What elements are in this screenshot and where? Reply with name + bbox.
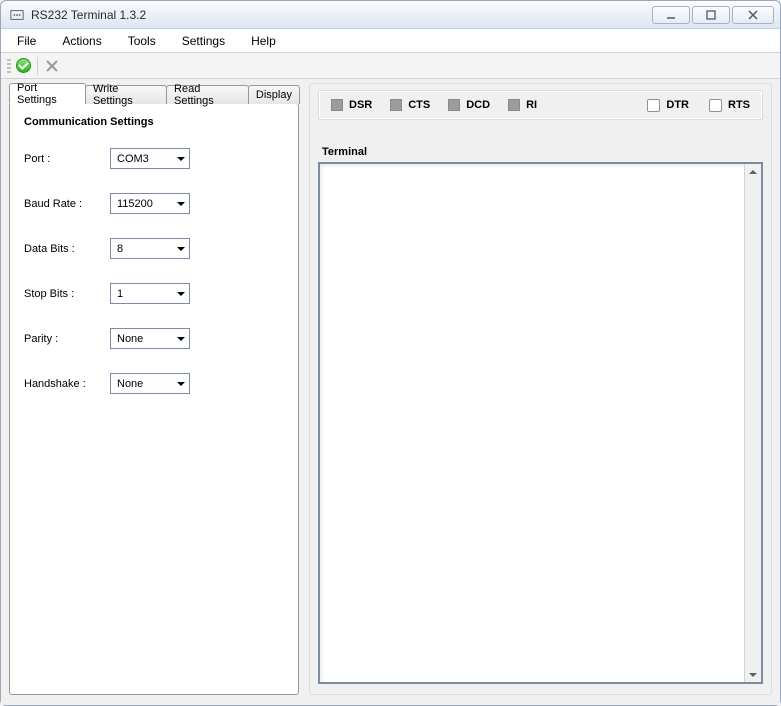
toolbar-separator xyxy=(37,57,38,75)
label-handshake: Handshake : xyxy=(24,378,110,390)
row-handshake: Handshake : None xyxy=(24,373,284,394)
dcd-indicator xyxy=(448,99,460,111)
app-icon xyxy=(9,7,25,23)
toolbar xyxy=(1,53,780,79)
chevron-down-icon xyxy=(177,157,185,161)
left-panel: Port Settings Write Settings Read Settin… xyxy=(9,83,299,695)
combo-parity[interactable]: None xyxy=(110,328,190,349)
led-dcd: DCD xyxy=(448,99,490,111)
label-port: Port : xyxy=(24,153,110,165)
row-databits: Data Bits : 8 xyxy=(24,238,284,259)
label-databits: Data Bits : xyxy=(24,243,110,255)
ri-label: RI xyxy=(526,99,537,111)
combo-databits[interactable]: 8 xyxy=(110,238,190,259)
right-panel: DSR CTS DCD RI DTR xyxy=(309,83,772,695)
tab-display[interactable]: Display xyxy=(248,85,300,104)
row-port: Port : COM3 xyxy=(24,148,284,169)
combo-stopbits-value: 1 xyxy=(117,288,123,300)
combo-stopbits[interactable]: 1 xyxy=(110,283,190,304)
combo-parity-value: None xyxy=(117,333,143,345)
menu-file[interactable]: File xyxy=(13,32,40,50)
combo-databits-value: 8 xyxy=(117,243,123,255)
terminal-output[interactable] xyxy=(318,162,763,684)
tab-port-settings[interactable]: Port Settings xyxy=(9,83,86,104)
checkbox-box xyxy=(647,99,660,112)
row-stopbits: Stop Bits : 1 xyxy=(24,283,284,304)
combo-baud[interactable]: 115200 xyxy=(110,193,190,214)
tab-read-settings[interactable]: Read Settings xyxy=(166,85,249,104)
rts-label: RTS xyxy=(728,99,750,111)
group-title: Communication Settings xyxy=(24,116,284,128)
content-area: Port Settings Write Settings Read Settin… xyxy=(1,79,780,705)
minimize-button[interactable] xyxy=(652,6,690,24)
disconnect-button[interactable] xyxy=(42,56,62,76)
menu-help[interactable]: Help xyxy=(247,32,280,50)
window-controls xyxy=(652,6,774,24)
led-ri: RI xyxy=(508,99,537,111)
connect-button[interactable] xyxy=(13,56,33,76)
dsr-label: DSR xyxy=(349,99,372,111)
chevron-down-icon xyxy=(177,292,185,296)
window-title: RS232 Terminal 1.3.2 xyxy=(31,8,146,22)
label-stopbits: Stop Bits : xyxy=(24,288,110,300)
chevron-down-icon xyxy=(177,337,185,341)
cts-indicator xyxy=(390,99,402,111)
menu-tools[interactable]: Tools xyxy=(124,32,160,50)
tab-body: Communication Settings Port : COM3 Baud … xyxy=(9,103,299,695)
terminal-label: Terminal xyxy=(318,146,763,158)
tab-write-settings[interactable]: Write Settings xyxy=(85,85,167,104)
check-icon xyxy=(16,58,31,73)
combo-port-value: COM3 xyxy=(117,153,149,165)
combo-handshake[interactable]: None xyxy=(110,373,190,394)
chevron-down-icon xyxy=(177,202,185,206)
combo-port[interactable]: COM3 xyxy=(110,148,190,169)
label-parity: Parity : xyxy=(24,333,110,345)
dcd-label: DCD xyxy=(466,99,490,111)
row-baud: Baud Rate : 115200 xyxy=(24,193,284,214)
toolbar-grip xyxy=(7,58,11,74)
menu-settings[interactable]: Settings xyxy=(178,32,229,50)
tabstrip: Port Settings Write Settings Read Settin… xyxy=(9,83,299,104)
scroll-up-button[interactable] xyxy=(746,164,761,179)
ri-indicator xyxy=(508,99,520,111)
maximize-button[interactable] xyxy=(692,6,730,24)
chevron-down-icon xyxy=(177,382,185,386)
checkbox-dtr[interactable]: DTR xyxy=(647,99,689,112)
close-button[interactable] xyxy=(732,6,774,24)
label-baud: Baud Rate : xyxy=(24,198,110,210)
cts-label: CTS xyxy=(408,99,430,111)
scrollbar[interactable] xyxy=(744,164,761,682)
led-cts: CTS xyxy=(390,99,430,111)
row-parity: Parity : None xyxy=(24,328,284,349)
led-dsr: DSR xyxy=(331,99,372,111)
checkbox-box xyxy=(709,99,722,112)
scroll-down-button[interactable] xyxy=(746,667,761,682)
combo-handshake-value: None xyxy=(117,378,143,390)
dsr-indicator xyxy=(331,99,343,111)
dtr-label: DTR xyxy=(666,99,689,111)
menu-actions[interactable]: Actions xyxy=(58,32,105,50)
status-row: DSR CTS DCD RI DTR xyxy=(318,90,763,120)
menubar: File Actions Tools Settings Help xyxy=(1,29,780,53)
app-window: RS232 Terminal 1.3.2 File Actions Tools … xyxy=(0,0,781,706)
checkbox-rts[interactable]: RTS xyxy=(709,99,750,112)
chevron-down-icon xyxy=(177,247,185,251)
titlebar: RS232 Terminal 1.3.2 xyxy=(1,1,780,29)
x-icon xyxy=(45,59,59,73)
combo-baud-value: 115200 xyxy=(117,198,153,210)
